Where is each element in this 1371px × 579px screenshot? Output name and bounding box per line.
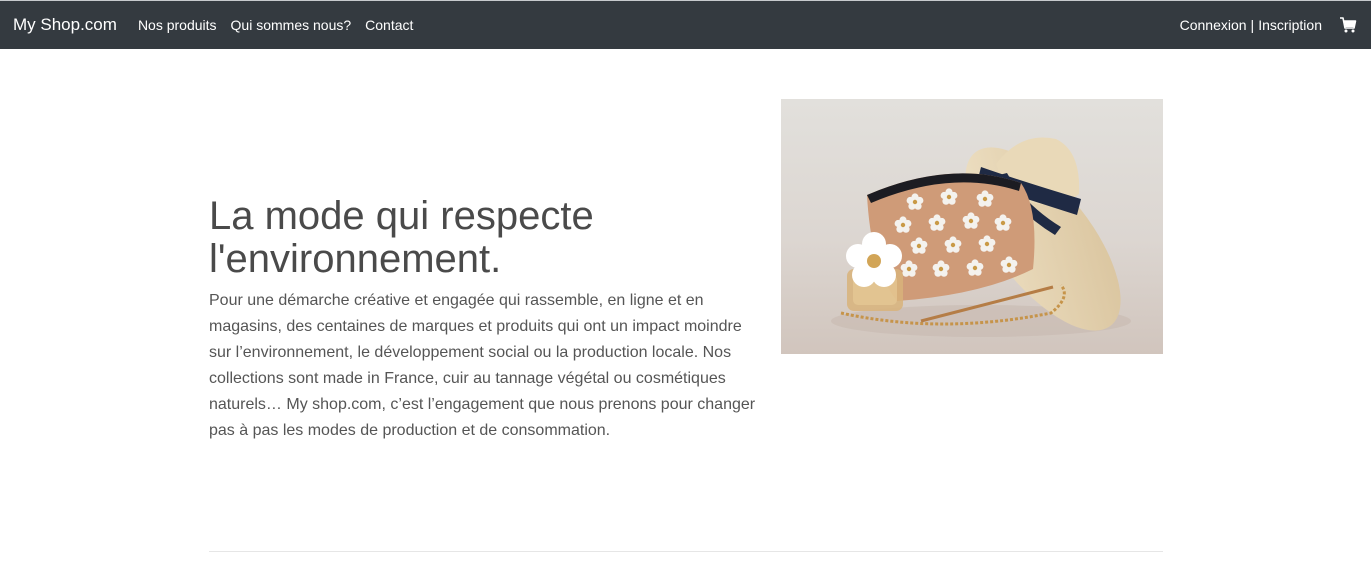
brand-link[interactable]: My Shop.com [13,15,117,35]
account-links: Connexion | Inscription [1180,15,1358,35]
cart-icon[interactable] [1338,15,1358,35]
hero-image [781,99,1163,354]
nav-link-qui-sommes-nous[interactable]: Qui sommes nous? [231,17,352,33]
hero-title: La mode qui respecte l'environnement. [209,194,594,281]
nav-links: Nos produits Qui sommes nous? Contact [138,17,427,33]
account-separator: | [1250,17,1255,33]
register-link[interactable]: Inscription [1258,17,1322,33]
nav-link-contact[interactable]: Contact [365,17,413,33]
nav-link-produits[interactable]: Nos produits [138,17,217,33]
navbar: My Shop.com Nos produits Qui sommes nous… [0,1,1371,49]
hero-description: Pour une démarche créative et engagée qu… [209,292,756,439]
section-divider [209,551,1163,552]
login-link[interactable]: Connexion [1180,17,1247,33]
